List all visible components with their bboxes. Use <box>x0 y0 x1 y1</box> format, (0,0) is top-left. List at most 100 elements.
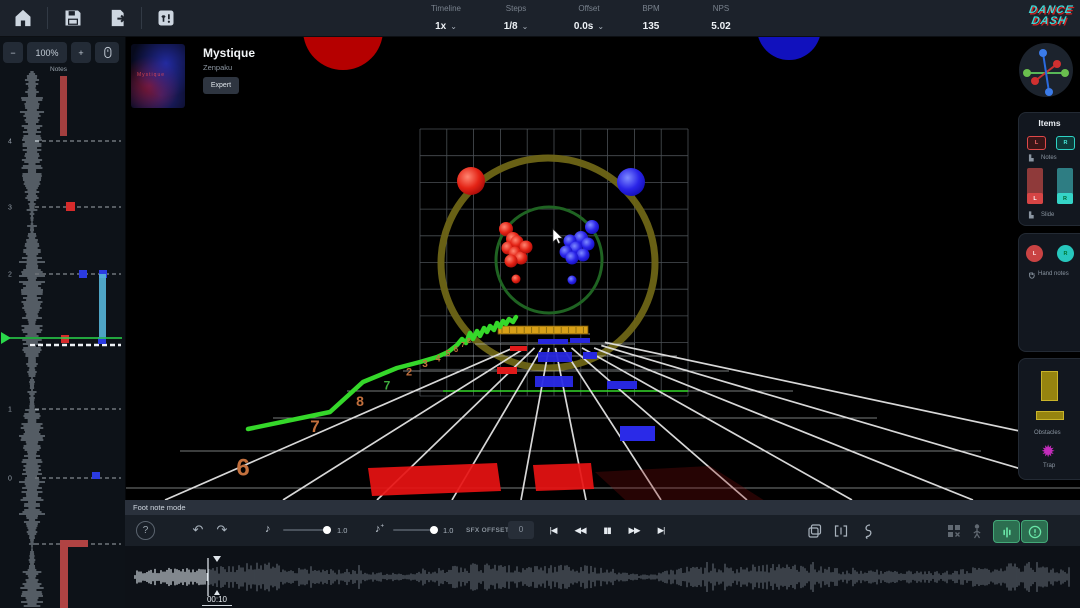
slider-handle[interactable] <box>430 526 438 534</box>
zoom-level-button[interactable]: 100% <box>27 42 67 63</box>
hand-notes-panel: L R Hand notes <box>1018 233 1080 352</box>
forward-button[interactable]: ▶▶ <box>622 522 646 539</box>
dance-dash-editor: { "top_bar": { "fields": [ {"label": "Ti… <box>0 0 1080 608</box>
sfx-offset-label: SFX OFFSET <box>466 527 509 534</box>
undo-button[interactable]: ↶ <box>187 520 209 540</box>
hand-notes-label: Hand notes <box>1038 271 1069 277</box>
song-artist: Zenpaku <box>203 63 232 72</box>
slide-right-tag: R <box>1057 193 1073 204</box>
toolbar-separator <box>141 7 142 29</box>
slide-items-label: Slide <box>1041 212 1054 218</box>
nps-graph-line <box>248 317 516 429</box>
info-icon <box>1027 524 1043 540</box>
wall-obstacle-item[interactable] <box>1041 371 1058 401</box>
trap-icon[interactable]: ✹ <box>1041 443 1055 460</box>
sfx-offset-input[interactable]: 0 <box>508 521 534 539</box>
field-steps[interactable]: Steps1/8⌄ <box>492 4 540 34</box>
pause-button[interactable]: ▮▮ <box>595 522 619 539</box>
top-toolbar: Timeline1x⌄ Steps1/8⌄ Offset0.0s⌄ BPM135 NPS… <box>0 0 1080 37</box>
music-volume-slider[interactable] <box>283 529 331 531</box>
timeline-canvas[interactable]: 43210 <box>0 64 125 608</box>
album-art-text: Mystique <box>137 72 165 78</box>
hand-note-right-item[interactable]: R <box>1057 245 1074 262</box>
sound-bars-icon <box>999 524 1015 540</box>
note-left-item[interactable]: L <box>1027 136 1046 150</box>
skip-start-button[interactable]: |◀ <box>541 522 565 539</box>
audio-timeline-strip[interactable]: 00:10 <box>125 546 1080 608</box>
logo-line-2: DASH <box>1026 16 1072 27</box>
mode-status-text: Foot note mode <box>133 503 186 512</box>
low-obstacle-item[interactable] <box>1036 411 1064 420</box>
save-icon[interactable] <box>63 8 83 28</box>
svg-text:0: 0 <box>8 476 12 483</box>
3d-viewport[interactable] <box>125 36 1080 500</box>
rewind-button[interactable]: ◀◀ <box>568 522 592 539</box>
trap-label: Trap <box>1043 463 1055 469</box>
music-note-icon: ♪ <box>265 523 271 535</box>
toolbar-separator <box>47 7 48 29</box>
timeline-sidebar: − 100% + Notes 43210 <box>0 36 126 608</box>
hand-icon <box>1028 271 1036 279</box>
panels-view-icon[interactable] <box>832 522 850 540</box>
playhead-top-marker <box>213 556 221 562</box>
redo-button[interactable]: ↷ <box>211 520 233 540</box>
duplicate-icon[interactable] <box>806 522 824 540</box>
field-nps: NPS5.02 <box>698 4 744 34</box>
zoom-in-button[interactable]: + <box>71 42 91 63</box>
info-toggle[interactable] <box>1021 520 1048 543</box>
skip-end-button[interactable]: ▶| <box>649 522 673 539</box>
orientation-gizmo[interactable] <box>1018 40 1076 98</box>
slide-right-item[interactable]: R <box>1057 168 1073 204</box>
svg-text:3: 3 <box>8 205 12 212</box>
mouse-cursor <box>553 229 562 244</box>
bottom-toolbar: ? ↶ ↷ ♪ 1.0 ♪+ 1.0 SFX OFFSET 0 |◀ ◀◀ ▮▮… <box>125 515 1080 546</box>
sfx-note-icon: ♪+ <box>375 523 384 535</box>
audio-waveform <box>125 546 1080 608</box>
difficulty-button[interactable]: Expert <box>203 77 239 94</box>
music-volume-value: 1.0 <box>337 526 347 535</box>
red-orb-top <box>303 36 383 70</box>
sfx-volume-slider[interactable] <box>393 529 438 531</box>
field-bpm: BPM135 <box>630 4 672 34</box>
auto-scroll-icon[interactable] <box>858 522 876 540</box>
blue-orb-top <box>757 36 821 60</box>
chevron-down-icon: ⌄ <box>597 22 604 31</box>
svg-text:2: 2 <box>8 272 12 279</box>
grid-snap-icon[interactable] <box>945 522 963 540</box>
slide-left-item[interactable]: L <box>1027 168 1043 204</box>
mouse-icon <box>100 45 115 60</box>
slide-left-tag: L <box>1027 193 1043 204</box>
album-art[interactable]: Mystique <box>131 44 185 108</box>
items-panel-title: Items <box>1019 118 1080 128</box>
chevron-down-icon: ⌄ <box>522 22 529 31</box>
obstacle-bar[interactable] <box>498 326 588 334</box>
obstacles-panel: Obstacles ✹ Trap <box>1018 358 1080 480</box>
svg-text:1: 1 <box>8 407 12 414</box>
export-icon[interactable] <box>108 8 128 28</box>
field-timeline[interactable]: Timeline1x⌄ <box>420 4 472 34</box>
slider-handle[interactable] <box>323 526 331 534</box>
song-title: Mystique <box>203 46 255 60</box>
mode-status-bar: Foot note mode <box>125 500 1080 515</box>
zoom-out-button[interactable]: − <box>3 42 23 63</box>
avatar-preview-icon[interactable] <box>968 522 986 540</box>
timeline-notes[interactable] <box>60 76 107 608</box>
chevron-down-icon: ⌄ <box>450 22 457 31</box>
hand-note-left-item[interactable]: L <box>1026 245 1043 262</box>
stairs-icon: ▙ <box>1029 212 1034 219</box>
note-right-item[interactable]: R <box>1056 136 1075 150</box>
help-button[interactable]: ? <box>136 521 155 540</box>
vertical-waveform <box>19 72 45 606</box>
obstacles-label: Obstacles <box>1034 430 1061 436</box>
sfx-volume-value: 1.0 <box>443 526 453 535</box>
mapping-settings-icon[interactable] <box>156 8 176 28</box>
home-icon[interactable] <box>13 8 33 28</box>
notes-items-label: Notes <box>1041 155 1057 161</box>
stairs-icon: ▙ <box>1029 155 1034 162</box>
audio-feedback-toggle[interactable] <box>993 520 1020 543</box>
dance-dash-logo: DANCE DASH <box>1026 5 1074 27</box>
current-time-label: 00:10 <box>202 595 232 606</box>
field-offset[interactable]: Offset0.0s⌄ <box>558 4 620 34</box>
scroll-mode-button[interactable] <box>95 42 119 63</box>
items-panel: Items L R ▙ Notes L R ▙ Slide <box>1018 112 1080 226</box>
